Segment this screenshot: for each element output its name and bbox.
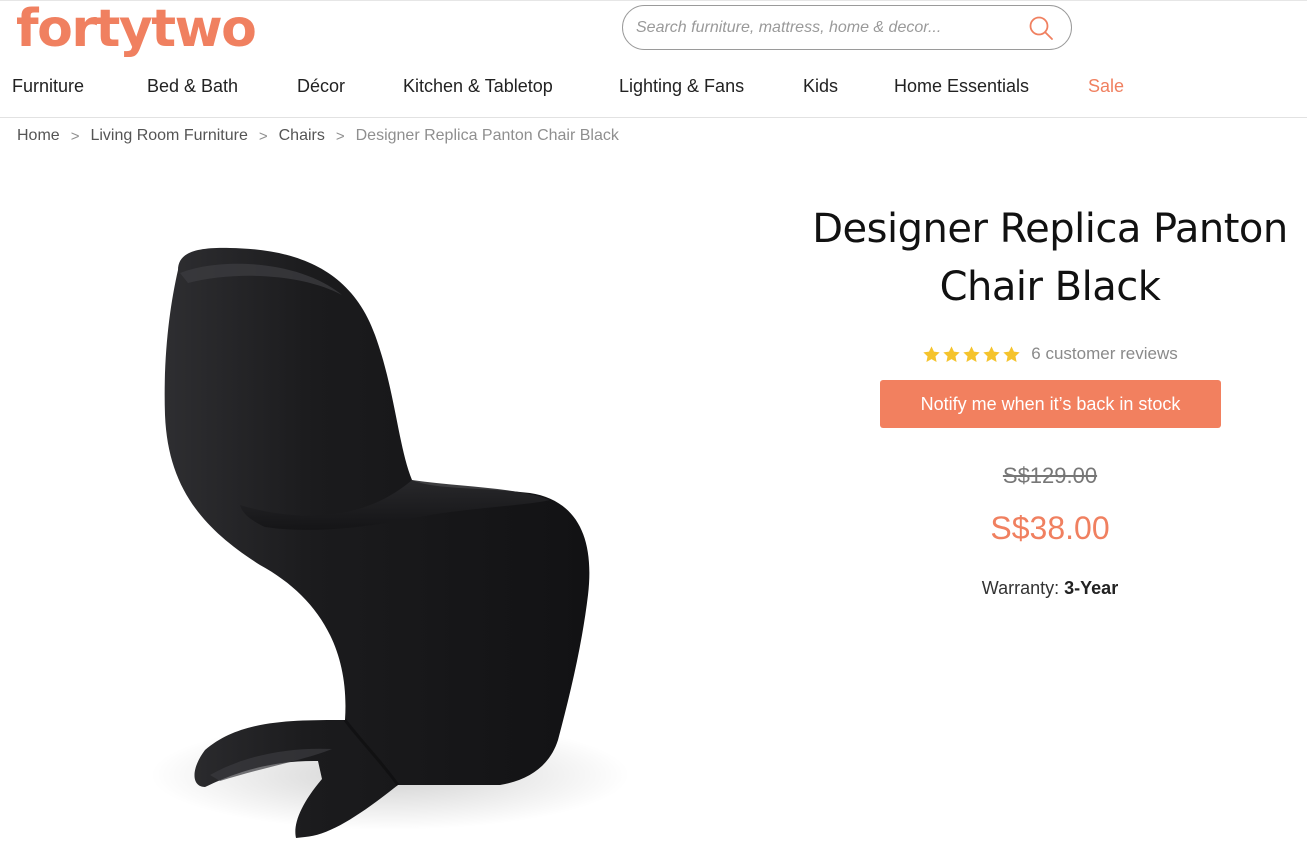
breadcrumb-chairs[interactable]: Chairs [279, 127, 325, 145]
breadcrumb-home[interactable]: Home [17, 127, 60, 145]
star-icon [1003, 345, 1020, 362]
site-logo[interactable]: fortytwo [16, 0, 257, 64]
nav-item-lighting-fans[interactable]: Lighting & Fans [619, 68, 744, 104]
breadcrumb-separator: > [258, 127, 268, 145]
search-input[interactable] [634, 15, 1014, 41]
product-title: Designer Replica Panton Chair Black [800, 200, 1300, 316]
star-rating [922, 345, 1021, 364]
product-image[interactable] [60, 175, 720, 860]
nav-item-home-essentials[interactable]: Home Essentials [894, 68, 1029, 104]
breadcrumb: Home > Living Room Furniture > Chairs > … [17, 125, 619, 147]
product-info: Designer Replica Panton Chair Black 6 cu… [800, 200, 1300, 598]
breadcrumb-current: Designer Replica Panton Chair Black [355, 127, 619, 144]
nav-item-decor[interactable]: Décor [297, 68, 345, 104]
breadcrumb-separator: > [70, 127, 80, 145]
reviews-link[interactable]: 6 customer reviews [1031, 344, 1177, 364]
nav-item-bed-bath[interactable]: Bed & Bath [147, 68, 238, 104]
original-price: S$129.00 [1002, 463, 1098, 488]
nav-divider [0, 117, 1307, 118]
star-icon [923, 345, 940, 362]
product-page: fortytwo Furniture Bed & Bath Décor Kitc… [0, 0, 1307, 860]
nav-item-sale[interactable]: Sale [1088, 68, 1124, 104]
warranty-info: Warranty: 3-Year [800, 578, 1300, 599]
product-title-line-2: Chair Black [939, 264, 1161, 310]
warranty-value: 3-Year [1064, 578, 1119, 598]
breadcrumb-living-room-furniture[interactable]: Living Room Furniture [90, 127, 247, 145]
nav-item-furniture[interactable]: Furniture [12, 68, 84, 104]
star-icon [983, 345, 1000, 362]
search-icon[interactable] [1027, 14, 1055, 42]
breadcrumb-separator: > [335, 127, 345, 145]
main-nav: Furniture Bed & Bath Décor Kitchen & Tab… [0, 68, 1307, 104]
warranty-label: Warranty: [981, 578, 1060, 598]
nav-item-kids[interactable]: Kids [803, 68, 838, 104]
search-bar[interactable] [622, 5, 1072, 50]
sale-price: S$38.00 [990, 510, 1110, 546]
star-icon [963, 345, 980, 362]
product-rating: 6 customer reviews [800, 340, 1300, 368]
nav-item-kitchen-tabletop[interactable]: Kitchen & Tabletop [403, 68, 553, 104]
product-title-line-1: Designer Replica Panton [812, 206, 1288, 252]
notify-back-in-stock-button[interactable]: Notify me when it’s back in stock [880, 380, 1221, 428]
star-icon [943, 345, 960, 362]
